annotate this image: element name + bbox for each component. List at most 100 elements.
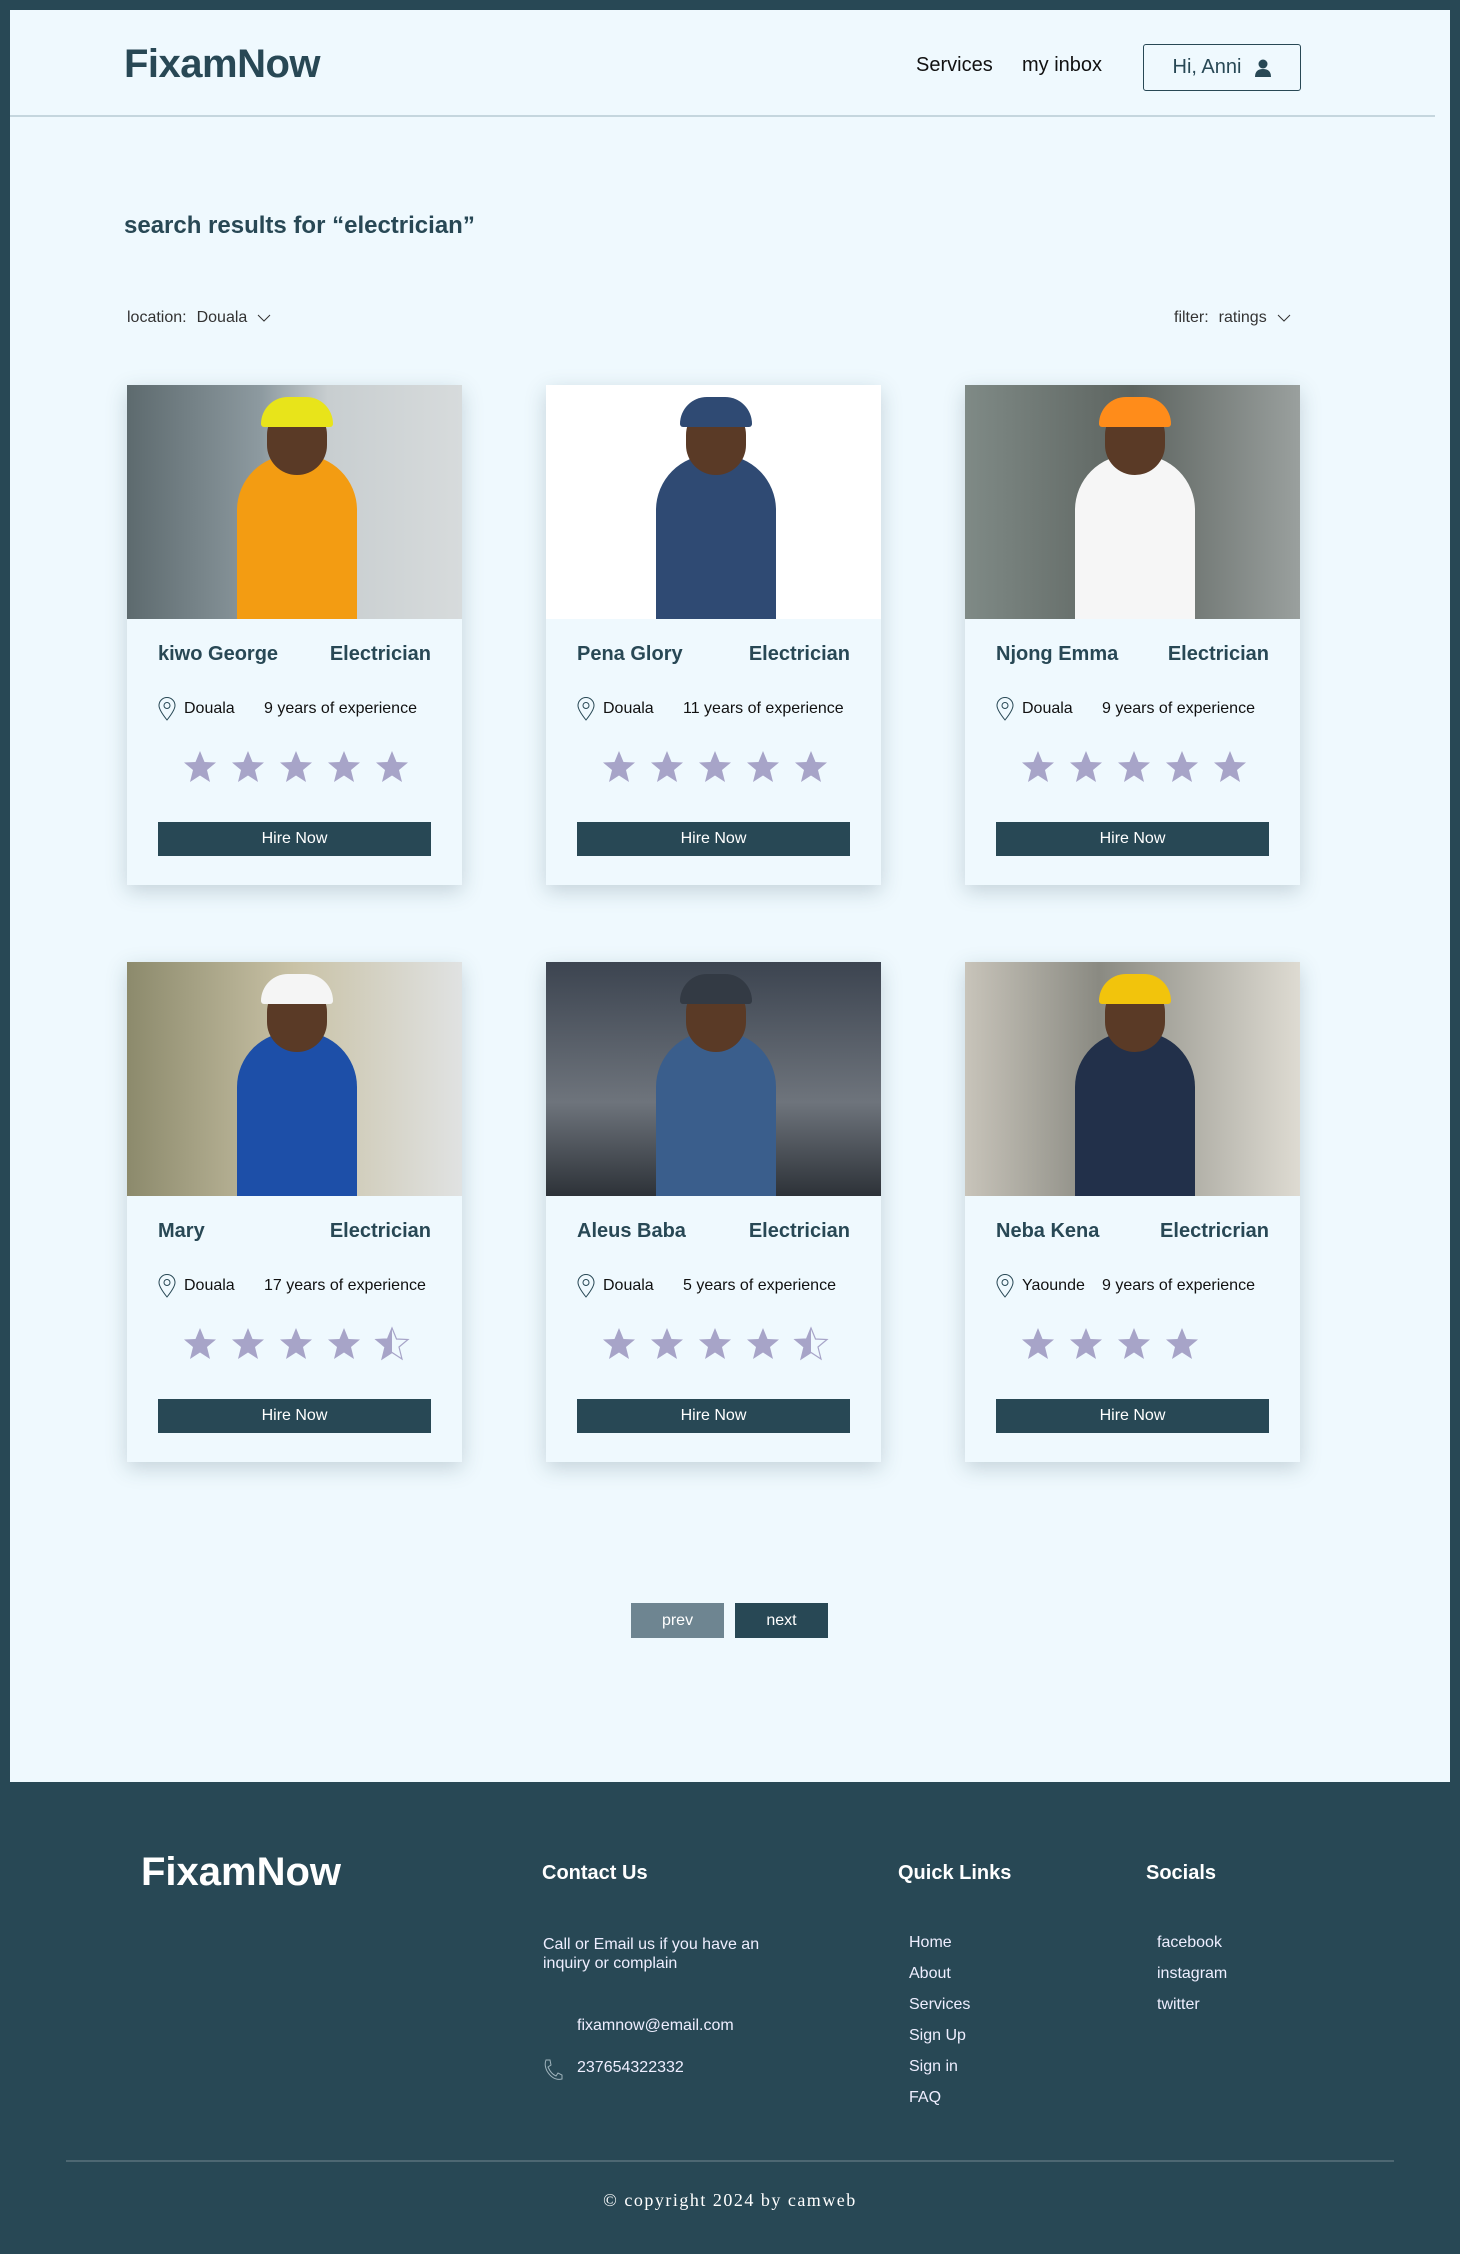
nav-services[interactable]: Services [916, 54, 993, 77]
star-full-icon [1166, 1328, 1198, 1359]
page-title: search results for “electrician” [124, 212, 475, 239]
star-full-icon [280, 751, 312, 782]
logo[interactable]: FixamNow [124, 42, 321, 87]
star-full-icon [376, 751, 408, 782]
worker-location: Douala [184, 1277, 235, 1294]
hire-now-button[interactable]: Hire Now [996, 1399, 1269, 1433]
footer-link-faq[interactable]: FAQ [909, 2089, 941, 2107]
social-link-instagram[interactable]: instagram [1157, 1965, 1227, 1983]
filter-label: filter: [1174, 309, 1209, 326]
worker-card: Pena Glory Electrician Douala 11 years of… [546, 385, 881, 885]
worker-name: Njong Emma [996, 643, 1119, 665]
worker-experience: 9 years of experience [264, 700, 417, 717]
worker-photo [546, 385, 881, 619]
footer-logo: FixamNow [141, 1850, 342, 1894]
location-label: location: [127, 309, 187, 326]
worker-card: Njong Emma Electrician Douala 9 years of … [965, 385, 1300, 885]
worker-card: Mary Electrician Douala 17 years of exper… [127, 962, 462, 1462]
star-half-icon [374, 1326, 410, 1361]
social-link-facebook[interactable]: facebook [1157, 1934, 1222, 1952]
worker-experience: 17 years of experience [264, 1277, 426, 1294]
worker-location: Douala [603, 700, 654, 717]
star-full-icon [1118, 1328, 1150, 1359]
hire-now-button[interactable]: Hire Now [996, 822, 1269, 856]
footer-link-sign-up[interactable]: Sign Up [909, 2027, 966, 2045]
header: FixamNow Services my inbox Hi, Anni [10, 10, 1435, 117]
star-full-icon [232, 751, 264, 782]
rating-stars [601, 749, 829, 785]
nav-inbox[interactable]: my inbox [1022, 54, 1102, 77]
worker-photo [546, 962, 881, 1196]
worker-role: Electrician [329, 643, 431, 665]
star-full-icon [328, 1328, 360, 1359]
worker-role: Electricrian [1160, 1220, 1269, 1242]
worker-photo [965, 385, 1300, 619]
worker-experience: 9 years of experience [1102, 1277, 1255, 1294]
worker-experience: 9 years of experience [1102, 700, 1255, 717]
worker-photo [965, 962, 1300, 1196]
socials-title: Socials [1146, 1862, 1217, 1884]
footer-link-sign-in[interactable]: Sign in [909, 2058, 958, 2076]
footer-link-home[interactable]: Home [909, 1934, 952, 1952]
star-full-icon [328, 751, 360, 782]
star-full-icon [795, 751, 827, 782]
worker-location: Douala [1022, 700, 1073, 717]
main-content: FixamNow Services my inbox Hi, Anni sear… [10, 10, 1450, 1782]
star-full-icon [651, 1328, 683, 1359]
copyright: © copyright 2024 by camweb [603, 2190, 857, 2210]
star-full-icon [1166, 751, 1198, 782]
worker-photo [127, 385, 462, 619]
star-full-icon [1070, 751, 1102, 782]
user-menu-button[interactable]: Hi, Anni [1143, 44, 1301, 91]
star-full-icon [699, 751, 731, 782]
worker-photo [127, 962, 462, 1196]
worker-name: kiwo George [158, 643, 279, 665]
rating-stars [601, 1326, 829, 1362]
star-full-icon [1214, 751, 1246, 782]
star-full-icon [747, 1328, 779, 1359]
location-pin-icon [158, 1274, 176, 1298]
location-value: Douala [196, 309, 248, 326]
user-icon [1255, 59, 1272, 77]
star-full-icon [232, 1328, 264, 1359]
location-pin-icon [996, 697, 1014, 721]
star-full-icon [1118, 751, 1150, 782]
worker-location: Douala [603, 1277, 654, 1294]
worker-role: Electrician [1167, 643, 1269, 665]
star-full-icon [699, 1328, 731, 1359]
worker-experience: 11 years of experience [683, 700, 844, 717]
contact-text: Call or Email us if you have an inquiry … [543, 1936, 760, 1972]
user-greeting: Hi, Anni [1172, 56, 1242, 78]
rating-stars [1020, 1326, 1200, 1362]
footer-divider [66, 2160, 1394, 2162]
social-link-twitter[interactable]: twitter [1157, 1996, 1200, 2014]
hire-now-button[interactable]: Hire Now [577, 822, 850, 856]
worker-card: Neba Kena Electricrian Yaounde 9 years of… [965, 962, 1300, 1462]
footer: FixamNow Contact Us Call or Email us if … [0, 1782, 1460, 2254]
hire-now-button[interactable]: Hire Now [158, 822, 431, 856]
rating-stars [182, 749, 410, 785]
prev-button[interactable]: prev [631, 1603, 724, 1638]
contact-phone[interactable]: 237654322332 [577, 2059, 684, 2077]
location-pin-icon [996, 1274, 1014, 1298]
worker-role: Electrician [329, 1220, 431, 1242]
location-pin-icon [577, 1274, 595, 1298]
star-full-icon [747, 751, 779, 782]
next-button[interactable]: next [735, 1603, 828, 1638]
location-dropdown[interactable]: location: Douala [127, 309, 271, 327]
star-half-icon [793, 1326, 829, 1361]
footer-link-about[interactable]: About [909, 1965, 951, 1983]
chevron-down-icon [257, 314, 271, 322]
phone-icon [544, 2059, 563, 2080]
filter-dropdown[interactable]: filter: ratings [1174, 309, 1291, 327]
footer-link-services[interactable]: Services [909, 1996, 970, 2014]
contact-email[interactable]: fixamnow@email.com [577, 2017, 734, 2035]
hire-now-button[interactable]: Hire Now [577, 1399, 850, 1433]
star-full-icon [184, 1328, 216, 1359]
hire-now-button[interactable]: Hire Now [158, 1399, 431, 1433]
star-full-icon [1070, 1328, 1102, 1359]
chevron-down-icon [1277, 314, 1291, 322]
star-full-icon [1022, 1328, 1054, 1359]
worker-location: Douala [184, 700, 235, 717]
rating-stars [1020, 749, 1248, 785]
